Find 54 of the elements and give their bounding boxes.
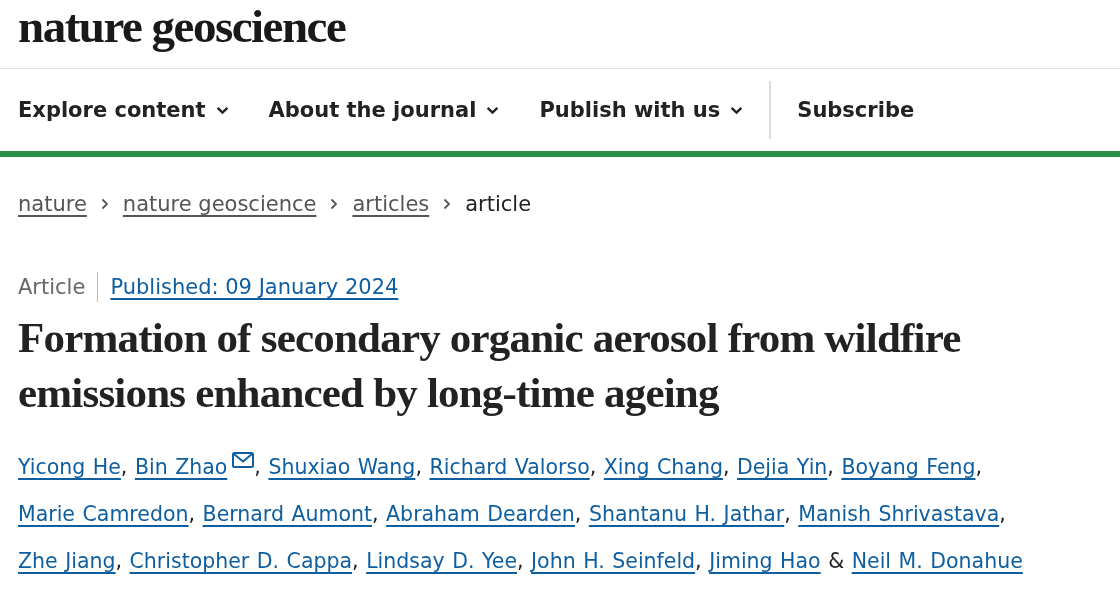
separator: ,	[254, 455, 261, 479]
author-link[interactable]: Bin Zhao	[134, 455, 255, 479]
author-link[interactable]: Boyang Feng	[841, 455, 976, 479]
separator: ,	[372, 502, 379, 526]
article-title: Formation of secondary organic aerosol from wildfire emissions enhanced by long-time ageing	[18, 313, 962, 418]
separator: ,	[415, 455, 422, 479]
author-link[interactable]: Shuxiao Wang	[268, 455, 416, 479]
nav-menu-button[interactable]: About the journal	[268, 98, 500, 122]
nav-menu-button[interactable]: Publish with us	[539, 98, 744, 122]
chevron-down-icon	[486, 105, 500, 115]
separator: ,	[827, 455, 834, 479]
author-link[interactable]: Christopher D. Cappa	[129, 549, 353, 573]
author-link[interactable]: Marie Camredon	[18, 502, 189, 526]
author-link[interactable]: Richard Valorso	[429, 455, 590, 479]
mail-icon[interactable]	[232, 452, 255, 468]
author-link[interactable]: Shantanu H. Jathar	[588, 502, 785, 526]
separator: &	[828, 549, 845, 573]
author-link[interactable]: Yicong He	[18, 455, 121, 479]
article-type: Article	[18, 275, 86, 299]
breadcrumb-current: article	[465, 192, 532, 216]
journal-logo[interactable]: nature geoscience	[18, 2, 346, 50]
nav-menu-button[interactable]: Explore content	[18, 98, 229, 122]
author-link[interactable]: Lindsay D. Yee	[366, 549, 517, 573]
chevron-down-icon	[730, 105, 744, 115]
published-date-link[interactable]: Published: 09 January 2024	[110, 275, 399, 299]
separator: ,	[352, 549, 359, 573]
breadcrumb-link[interactable]: nature	[18, 192, 87, 216]
nav-menu-button[interactable]: Subscribe	[797, 98, 915, 122]
chevron-right-icon	[100, 198, 109, 210]
separator: ,	[115, 549, 122, 573]
breadcrumb-link[interactable]: articles	[352, 192, 430, 216]
separator: ,	[695, 549, 702, 573]
separator: ,	[722, 455, 730, 479]
chevron-right-icon	[443, 198, 452, 210]
separator: ,	[574, 502, 582, 526]
separator: ,	[589, 455, 597, 479]
separator: ,	[999, 502, 1006, 526]
author-link[interactable]: Neil M. Donahue	[851, 549, 1023, 573]
separator: ,	[975, 455, 983, 479]
breadcrumb-link[interactable]: nature geoscience	[122, 192, 317, 216]
chevron-down-icon	[215, 105, 229, 115]
separator: ,	[517, 549, 524, 573]
author-link[interactable]: John H. Seinfeld	[531, 549, 696, 573]
separator: ,	[784, 502, 791, 526]
author-link[interactable]: Dejia Yin	[736, 455, 828, 479]
author-link[interactable]: Jiming Hao	[709, 549, 821, 573]
author-link[interactable]: Abraham Dearden	[386, 502, 575, 526]
author-link[interactable]: Zhe Jiang	[18, 549, 116, 573]
author-link[interactable]: Bernard Aumont	[202, 502, 373, 526]
author-link[interactable]: Manish Shrivastava	[798, 502, 1000, 526]
separator: ,	[188, 502, 196, 526]
chevron-right-icon	[330, 198, 339, 210]
author-link[interactable]: Xing Chang	[603, 455, 723, 479]
separator: ,	[120, 455, 128, 479]
